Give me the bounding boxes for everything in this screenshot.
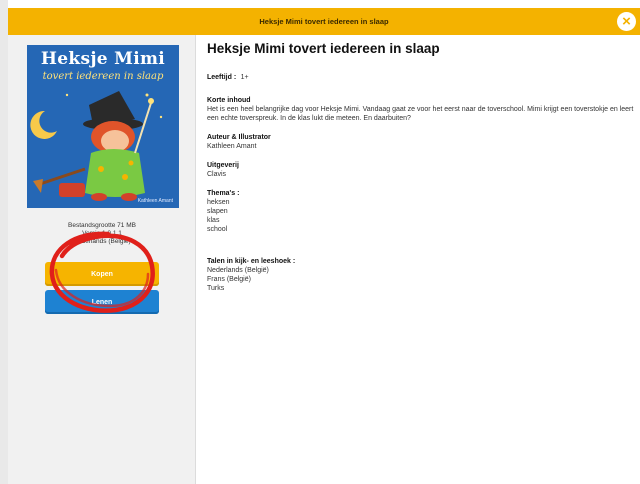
buy-button[interactable]: Kopen — [45, 262, 159, 286]
language-item: Turks — [207, 285, 225, 292]
summary-section: Korte inhoud Het is een heel belangrijke… — [207, 96, 635, 123]
age-value: 1+ — [240, 74, 249, 81]
theme-item: klas — [207, 217, 220, 224]
book-title: Heksje Mimi tovert iedereen in slaap — [207, 41, 440, 56]
theme-item: heksen — [207, 199, 230, 206]
languages-section: Talen in kijk- en leeshoek : Nederlands … — [207, 257, 635, 293]
borrow-button[interactable]: Lenen — [45, 290, 159, 314]
file-size: Bestandsgrootte 71 MB — [68, 222, 136, 229]
cover-subtitle: tovert iedereen in slaap — [42, 71, 164, 82]
cover-title: Heksje Mimi — [40, 49, 166, 69]
themes-section: Thema's : heksen slapen klas school — [207, 189, 635, 234]
cover-illustration — [30, 91, 163, 201]
publisher-value: Clavis — [207, 171, 227, 178]
close-icon: × — [622, 12, 631, 30]
publisher-label: Uitgeverij — [207, 162, 239, 169]
sidebar: Heksje Mimi tovert iedereen in slaap Kat… — [8, 35, 196, 484]
window-frame — [0, 0, 8, 484]
file-meta: Bestandsgrootte 71 MB Versie 1.0.1.1 Ned… — [8, 222, 196, 246]
close-button[interactable]: × — [617, 12, 636, 31]
publisher-section: Uitgeverij Clavis — [207, 161, 635, 179]
age-row: Leeftijd : 1+ — [207, 66, 635, 84]
languages-label: Talen in kijk- en leeshoek : — [207, 258, 296, 265]
theme-item: school — [207, 226, 228, 233]
author-label: Auteur & Illustrator — [207, 134, 271, 141]
file-language: Nederlands (België) — [73, 238, 131, 245]
language-item: Nederlands (België) — [207, 267, 269, 274]
theme-item: slapen — [207, 208, 228, 215]
header-title: Heksje Mimi tovert iedereen in slaap — [259, 17, 389, 26]
header-bar: Heksje Mimi tovert iedereen in slaap × — [8, 8, 640, 35]
book-cover: Heksje Mimi tovert iedereen in slaap Kat… — [27, 45, 179, 208]
book-detail: Heksje Mimi tovert iedereen in slaap Lee… — [207, 41, 635, 303]
author-value: Kathleen Amant — [207, 143, 257, 150]
cover-author: Kathleen Amant — [137, 198, 173, 204]
age-label: Leeftijd : — [207, 74, 237, 81]
summary-text: Het is een heel belangrijke dag voor Hek… — [207, 106, 634, 122]
language-item: Frans (België) — [207, 276, 251, 283]
author-section: Auteur & Illustrator Kathleen Amant — [207, 133, 635, 151]
file-version: Versie 1.0.1.1 — [82, 230, 122, 237]
themes-label: Thema's : — [207, 190, 240, 197]
summary-label: Korte inhoud — [207, 97, 251, 104]
